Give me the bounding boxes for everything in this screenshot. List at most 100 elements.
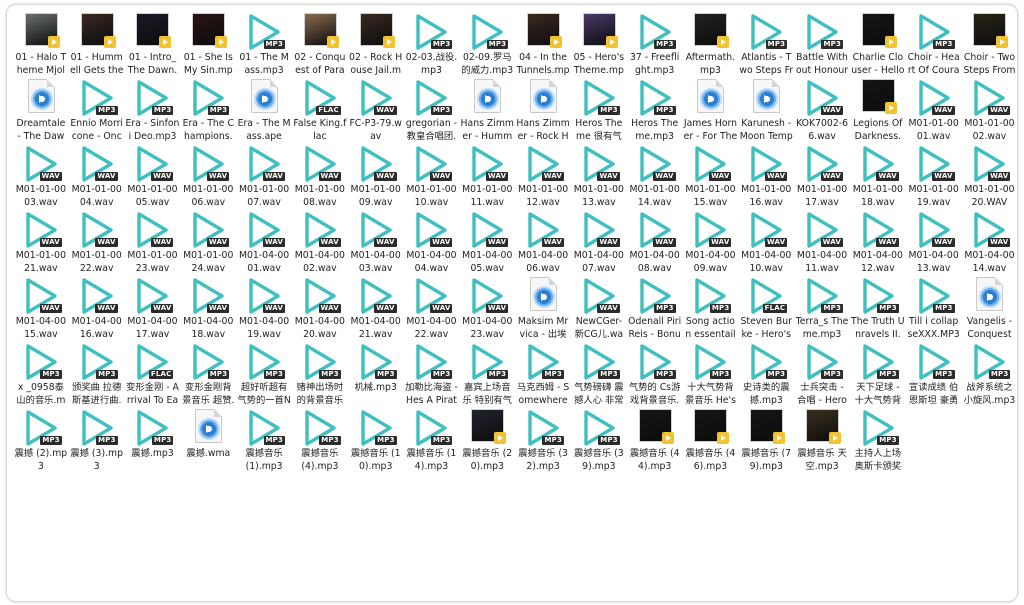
file-item[interactable]: FLAC False King.flac (292, 77, 348, 143)
file-item[interactable]: Karunesh - Moon Temple.ape (738, 77, 794, 143)
file-item[interactable]: 01 - Intro_ The Dawn.mp3 (125, 11, 181, 77)
file-item[interactable]: 01 - She Is My Sin.mp3 (180, 11, 236, 77)
file-item[interactable]: WAV M01-04-0007.wav (571, 209, 627, 275)
file-item[interactable]: MP3 Era - Sinfoni Deo.mp3 (125, 77, 181, 143)
file-item[interactable]: MP3 超好听超有气势的一首Newage.mp3 (236, 341, 292, 407)
file-item[interactable]: WAV M01-04-0019.wav (236, 275, 292, 341)
file-item[interactable]: WAV M01-01-0021.wav (13, 209, 69, 275)
file-item[interactable]: MP3 x _0958泰山的音乐.mp3 (13, 341, 69, 407)
file-item[interactable]: MP3 震撼音乐 (14).mp3 (404, 407, 460, 473)
file-item[interactable]: MP3 02-03.战役.mp3 (404, 11, 460, 77)
file-item[interactable]: WAV M01-04-0016.wav (69, 275, 125, 341)
file-item[interactable]: MP3 变形金刚背景音乐 超赞.mp3 (180, 341, 236, 407)
file-item[interactable]: WAV M01-04-0003.wav (348, 209, 404, 275)
file-item[interactable]: MP3 宣读成绩 伯恩斯坦 豪勇七蛟龙.mp3 (906, 341, 962, 407)
file-item[interactable]: MP3 机械.mp3 (348, 341, 404, 407)
file-item[interactable]: MP3 士兵突击 - 合唱 - Heros Theme ... (794, 341, 850, 407)
file-item[interactable]: WAV M01-04-0011.wav (794, 209, 850, 275)
file-item[interactable]: MP3 01 - The Mass.mp3 (236, 11, 292, 77)
file-item[interactable]: James Horner - For The Love Of ... (683, 77, 739, 143)
file-item[interactable]: WAV M01-04-0008.wav (627, 209, 683, 275)
file-item[interactable]: MP3 震撼 (2).mp3 (13, 407, 69, 473)
file-item[interactable]: WAV M01-01-0014.wav (627, 143, 683, 209)
file-item[interactable]: MP3 马克西姆 - Somewhere In Time.mp3 (515, 341, 571, 407)
file-item[interactable]: Choir - Two Steps From Hell.mp3 (962, 11, 1017, 77)
file-item[interactable]: 01 - Hummell Gets the Rockets.... (69, 11, 125, 77)
file-item[interactable]: MP3 震撼音乐 (10).mp3 (348, 407, 404, 473)
file-item[interactable]: Charlie Clouser - Hello Zepp.mp3 (850, 11, 906, 77)
file-item[interactable]: WAV M01-01-0022.wav (69, 209, 125, 275)
file-item[interactable]: WAV M01-04-0004.wav (404, 209, 460, 275)
file-item[interactable]: MP3 气势的 Cs游戏背景音乐.mp3 (627, 341, 683, 407)
file-item[interactable]: MP3 Odenall Piri Reis - Bonus Track.mp3 (627, 275, 683, 341)
file-item[interactable]: WAV M01-04-0018.wav (180, 275, 236, 341)
file-item[interactable]: WAV M01-01-0005.wav (125, 143, 181, 209)
file-item[interactable]: WAV KOK7002-66.wav (794, 77, 850, 143)
file-item[interactable]: Maksim Mrvica - 出埃及记.ape (515, 275, 571, 341)
file-item[interactable]: MP3 gregorian - 教皇合唱团.mp3 (404, 77, 460, 143)
file-item[interactable]: MP3 震撼音乐 (39).mp3 (571, 407, 627, 473)
file-item[interactable]: WAV M01-04-0015.wav (13, 275, 69, 341)
file-item[interactable]: WAV M01-01-0001.wav (906, 77, 962, 143)
file-item[interactable]: 02 - Conquest of Paradise.... (292, 11, 348, 77)
file-item[interactable]: MP3 震撼.mp3 (125, 407, 181, 473)
file-item[interactable]: 震撼音乐 (46).mp3 (683, 407, 739, 473)
file-item[interactable]: WAV M01-04-0012.wav (850, 209, 906, 275)
file-item[interactable]: WAV M01-01-0020.WAV (962, 143, 1017, 209)
file-item[interactable]: WAV M01-04-0010.wav (738, 209, 794, 275)
file-item[interactable]: WAV M01-01-0002.wav (962, 77, 1017, 143)
file-item[interactable]: WAV M01-01-0016.wav (738, 143, 794, 209)
file-item[interactable]: MP3 The Truth Unravels II.mp3 (850, 275, 906, 341)
file-item[interactable]: WAV M01-01-0009.wav (348, 143, 404, 209)
file-item[interactable]: WAV M01-01-0023.wav (125, 209, 181, 275)
file-item[interactable]: WAV M01-01-0015.wav (683, 143, 739, 209)
file-item[interactable]: MP3 加勒比海盗 - Hes A Pirate.mp3 (404, 341, 460, 407)
file-item[interactable]: WAV M01-04-0005.wav (459, 209, 515, 275)
file-item[interactable]: 04 - In the Tunnels.mp3 (515, 11, 571, 77)
file-item[interactable]: Hans Zimmer - Hummell Gets Th... (459, 77, 515, 143)
file-item[interactable]: MP3 Till i collapseXXX.MP3 (906, 275, 962, 341)
file-item[interactable]: MP3 Ennio Morricone - Once Upon A ... (69, 77, 125, 143)
file-item[interactable]: FLAC Steven Burke - Hero's Theme.f... (738, 275, 794, 341)
file-item[interactable]: Aftermath.mp3 (683, 11, 739, 77)
file-item[interactable]: WAV M01-04-0013.wav (906, 209, 962, 275)
file-item[interactable]: FLAC 变形金刚 - Arrival To Earth.flac (125, 341, 181, 407)
file-item[interactable]: WAV M01-04-0002.wav (292, 209, 348, 275)
file-item[interactable]: WAV M01-04-0020.wav (292, 275, 348, 341)
file-item[interactable]: MP3 主持人上场 奥斯卡颁奖进行曲.mp3 (850, 407, 906, 473)
file-item[interactable]: WAV M01-01-0004.wav (69, 143, 125, 209)
file-item[interactable]: WAV M01-04-0017.wav (125, 275, 181, 341)
file-item[interactable]: MP3 Choir - Heart Of Courage.mp3 (906, 11, 962, 77)
file-item[interactable]: WAV M01-01-0019.wav (906, 143, 962, 209)
file-item[interactable]: WAV M01-04-0009.wav (683, 209, 739, 275)
file-item[interactable]: MP3 史诗类的震撼.mp3 (738, 341, 794, 407)
file-item[interactable]: Era - The Mass.ape (236, 77, 292, 143)
file-item[interactable]: WAV M01-01-0013.wav (571, 143, 627, 209)
file-item[interactable]: MP3 颁奖曲 拉德斯基进行曲.mp3 (69, 341, 125, 407)
file-item[interactable]: WAV M01-04-0023.wav (459, 275, 515, 341)
file-item[interactable]: WAV M01-01-0010.wav (404, 143, 460, 209)
file-item[interactable]: MP3 嘉宾上场音乐 特别有气势 也可用于颁奖... (459, 341, 515, 407)
file-item[interactable]: WAV M01-04-0021.wav (348, 275, 404, 341)
file-item[interactable]: WAV M01-04-0006.wav (515, 209, 571, 275)
file-item[interactable]: MP3 气势磅礴 震撼人心 非常大气的背景音乐... (571, 341, 627, 407)
file-item[interactable]: Hans Zimmer - Rock House J... (515, 77, 571, 143)
file-item[interactable]: WAV M01-04-0014.wav (962, 209, 1017, 275)
file-item[interactable]: WAV NewCGer-新CG儿.wav (571, 275, 627, 341)
file-item[interactable]: Legions Of Darkness.mp3 (850, 77, 906, 143)
file-item[interactable]: MP3 Heros Theme 很有气势的一首曲子.m... (571, 77, 627, 143)
file-item[interactable]: MP3 震撼 (3).mp3 (69, 407, 125, 473)
file-item[interactable]: 震撼音乐 (44).mp3 (627, 407, 683, 473)
file-item[interactable]: WAV M01-01-0012.wav (515, 143, 571, 209)
file-item[interactable]: MP3 Song action essentails.mp3 (683, 275, 739, 341)
file-item[interactable]: MP3 震撼音乐 (32).mp3 (515, 407, 571, 473)
file-item[interactable]: 05 - Hero's Theme.mp3 (571, 11, 627, 77)
file-item[interactable]: WAV M01-04-0001.wav (236, 209, 292, 275)
file-item[interactable]: WAV M01-01-0018.wav (850, 143, 906, 209)
file-item[interactable]: 02 - Rock House Jail.mp3 (348, 11, 404, 77)
file-item[interactable]: WAV M01-01-0024.wav (180, 209, 236, 275)
file-item[interactable]: MP3 十大气势背景音乐 He's A Pirate.m... (683, 341, 739, 407)
file-item[interactable]: WAV M01-01-0011.wav (459, 143, 515, 209)
file-item[interactable]: MP3 Battle Without Honour Or Hum... (794, 11, 850, 77)
file-item[interactable]: MP3 震撼音乐 (1).mp3 (236, 407, 292, 473)
